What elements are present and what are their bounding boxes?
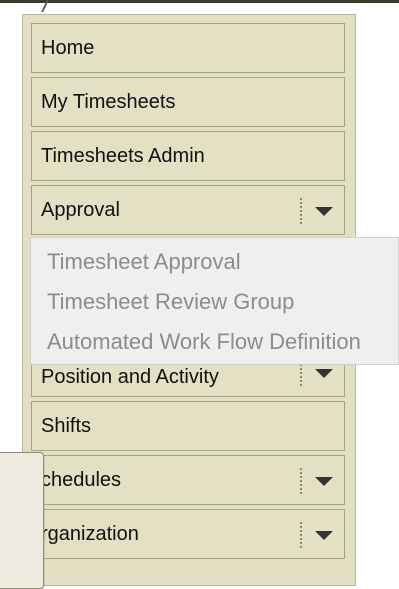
overlapping-panel bbox=[0, 452, 44, 589]
menu-item-label: Timesheets Admin bbox=[41, 145, 205, 167]
chevron-down-icon[interactable] bbox=[315, 207, 333, 216]
approval-submenu-popup: Timesheet Approval Timesheet Review Grou… bbox=[30, 237, 399, 365]
menu-item-home[interactable]: Home bbox=[31, 23, 345, 73]
dropdown-separator bbox=[300, 198, 302, 224]
chevron-down-icon[interactable] bbox=[315, 477, 333, 486]
dropdown-separator bbox=[300, 522, 302, 548]
dropdown-separator bbox=[300, 468, 302, 494]
submenu-item-timesheet-review-group[interactable]: Timesheet Review Group bbox=[47, 289, 294, 315]
menu-item-approval[interactable]: Approval bbox=[31, 185, 345, 235]
menu-item-shifts[interactable]: Shifts bbox=[31, 401, 345, 451]
chevron-down-icon[interactable] bbox=[315, 531, 333, 540]
menu-item-label: My Timesheets bbox=[41, 91, 176, 113]
menu-item-label: Approval bbox=[41, 199, 120, 221]
menu-item-label: chedules bbox=[41, 469, 122, 491]
menu-item-timesheets-admin[interactable]: Timesheets Admin bbox=[31, 131, 345, 181]
menu-item-label: Shifts bbox=[41, 415, 92, 437]
menu-item-organization[interactable]: rganization bbox=[31, 509, 345, 559]
menu-item-my-timesheets[interactable]: My Timesheets bbox=[31, 77, 345, 127]
menu-item-schedules[interactable]: chedules bbox=[31, 455, 345, 505]
menu-item-label: Position and Activity bbox=[41, 366, 219, 388]
submenu-item-timesheet-approval[interactable]: Timesheet Approval bbox=[47, 249, 241, 275]
menu-item-label: rganization bbox=[41, 523, 139, 545]
submenu-item-automated-work-flow-definition[interactable]: Automated Work Flow Definition bbox=[47, 329, 361, 355]
chevron-down-icon[interactable] bbox=[315, 369, 333, 378]
menu-item-label: Home bbox=[41, 37, 95, 59]
